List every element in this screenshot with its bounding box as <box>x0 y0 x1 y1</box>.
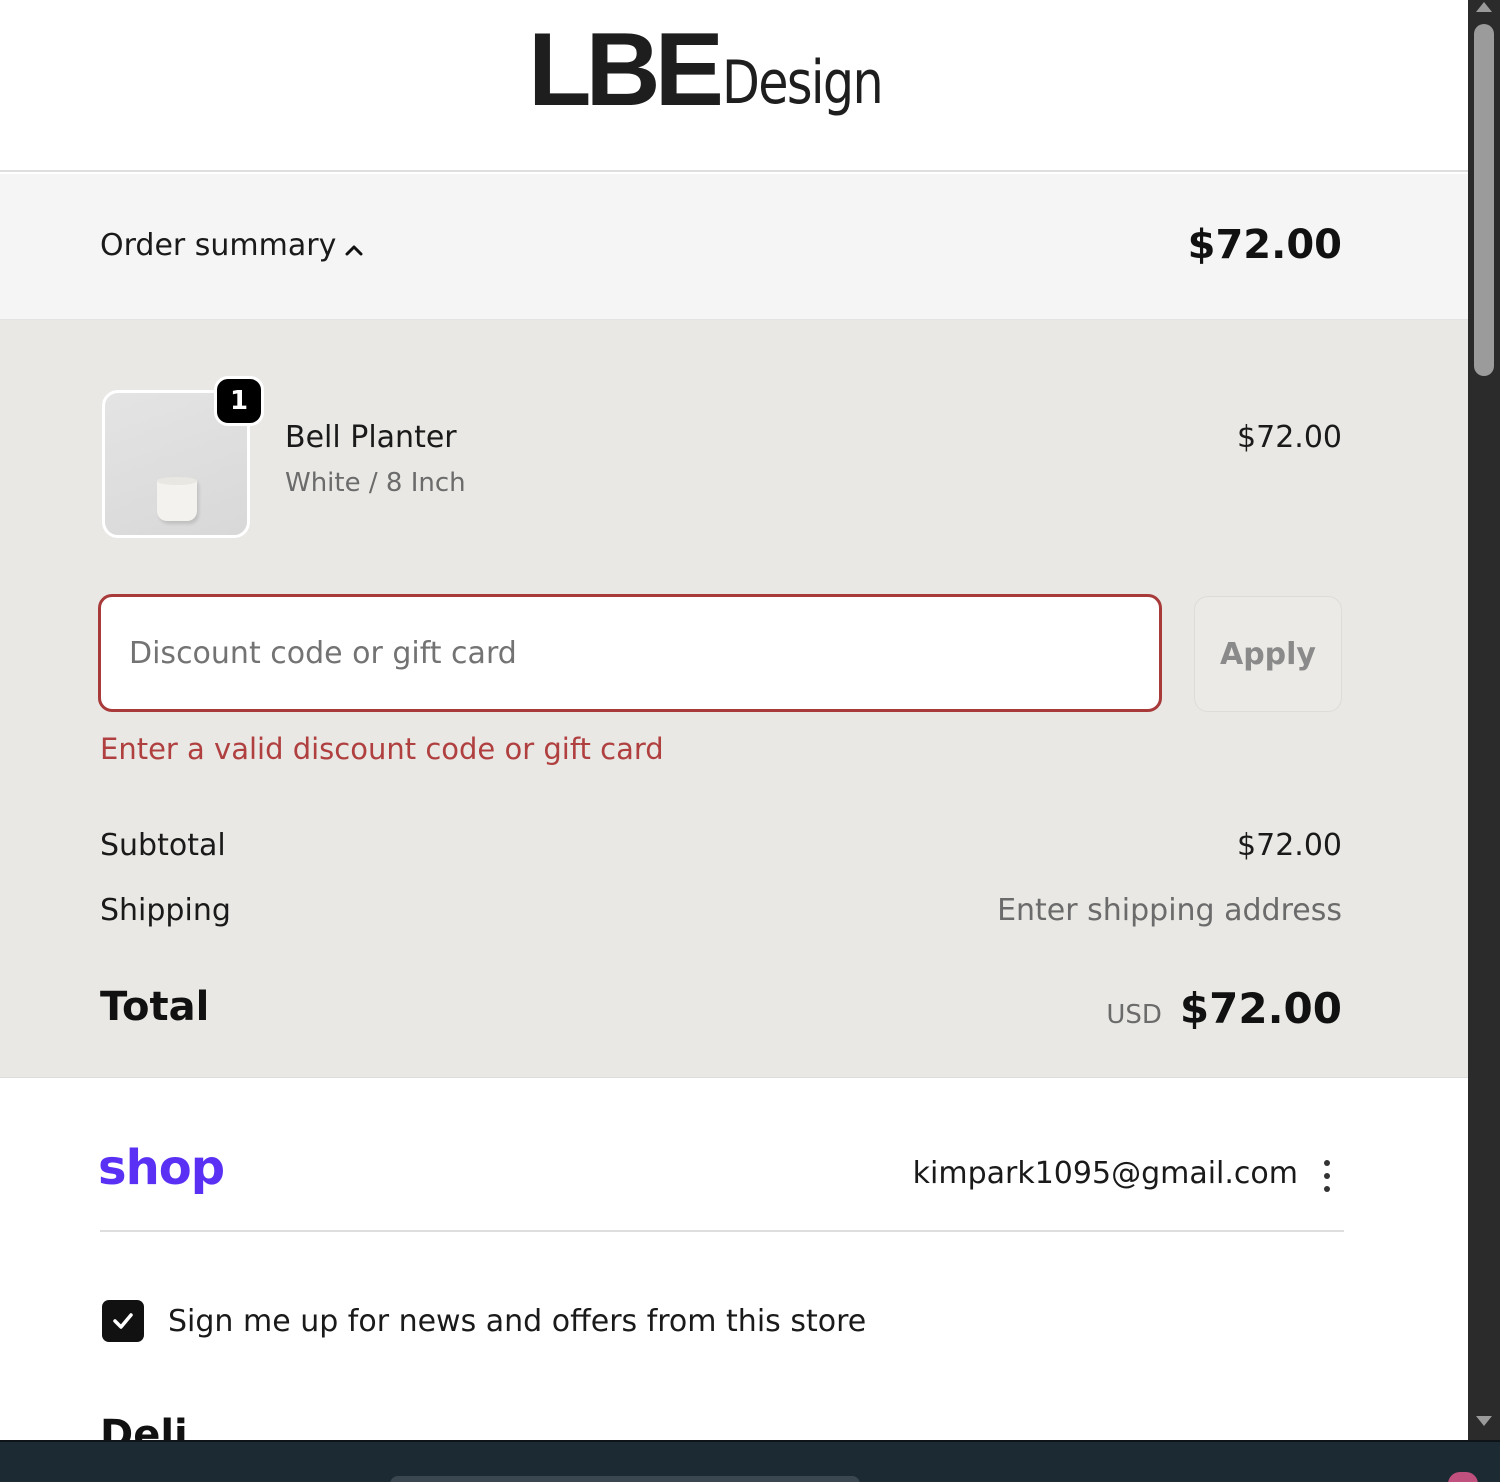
order-summary-total: $72.00 <box>1187 222 1342 268</box>
logo-sub-text: Design <box>722 48 884 118</box>
quantity-badge: 1 <box>214 376 264 426</box>
planter-image <box>157 479 197 521</box>
more-options-icon[interactable] <box>1318 1158 1336 1194</box>
planter-rim <box>157 477 197 485</box>
taskbar-window-tab[interactable] <box>390 1476 860 1482</box>
product-price: $72.00 <box>1237 420 1342 455</box>
total-label: Total <box>100 984 210 1030</box>
product-variant: White / 8 Inch <box>285 468 466 498</box>
total-value-group: USD $72.00 <box>1106 984 1342 1033</box>
total-amount: $72.00 <box>1179 984 1342 1033</box>
currency-code: USD <box>1106 1000 1162 1030</box>
apply-discount-button[interactable]: Apply <box>1194 596 1342 712</box>
subtotal-value: $72.00 <box>1237 828 1342 863</box>
shop-pay-logo: shop <box>98 1140 225 1196</box>
checkout-page: LBE Design Order summary $72.00 1 Bell P… <box>0 0 1468 1440</box>
account-email: kimpark1095@gmail.com <box>912 1156 1298 1191</box>
delivery-heading: Deli <box>100 1412 188 1440</box>
newsletter-label[interactable]: Sign me up for news and offers from this… <box>168 1304 866 1339</box>
order-summary-label[interactable]: Order summary <box>100 228 336 263</box>
scroll-down-arrow-icon[interactable] <box>1476 1416 1492 1426</box>
discount-code-input[interactable] <box>98 594 1162 712</box>
subtotal-label: Subtotal <box>100 828 226 863</box>
taskbar-app-icon[interactable] <box>1448 1472 1478 1482</box>
product-name: Bell Planter <box>285 420 457 455</box>
logo-main-text: LBE <box>528 12 724 128</box>
shipping-value: Enter shipping address <box>997 893 1342 928</box>
shipping-label: Shipping <box>100 893 231 928</box>
section-divider <box>100 1230 1344 1232</box>
chevron-up-icon[interactable] <box>344 240 364 260</box>
store-logo[interactable]: LBE Design <box>528 12 917 128</box>
store-header: LBE Design <box>0 0 1468 172</box>
newsletter-checkbox[interactable] <box>102 1300 144 1342</box>
scroll-thumb[interactable] <box>1474 24 1494 376</box>
scroll-up-arrow-icon[interactable] <box>1476 2 1492 12</box>
taskbar <box>0 1440 1500 1482</box>
checkmark-icon <box>113 1313 133 1329</box>
vertical-scrollbar[interactable] <box>1468 0 1500 1440</box>
discount-error-message: Enter a valid discount code or gift card <box>100 732 664 766</box>
